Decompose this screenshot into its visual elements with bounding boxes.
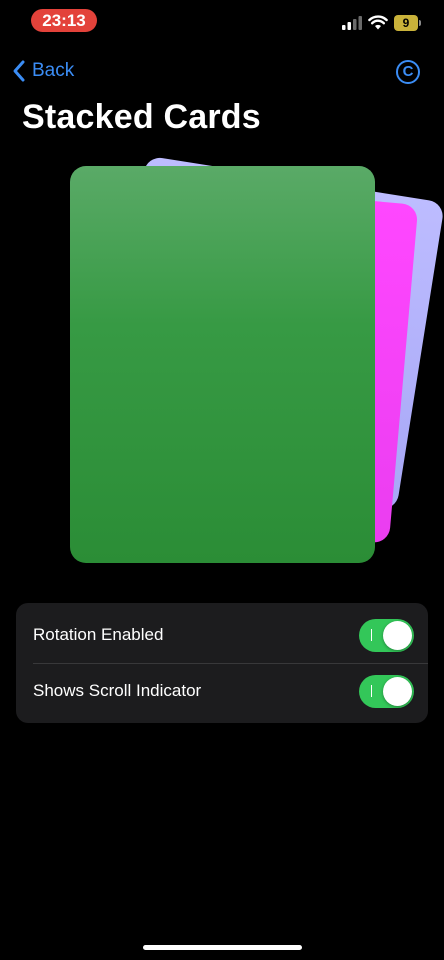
setting-row-scroll-indicator: Shows Scroll Indicator <box>16 663 428 723</box>
home-indicator[interactable] <box>143 945 302 950</box>
cellular-signal-icon <box>342 16 362 30</box>
settings-group: Rotation Enabled Shows Scroll Indicator <box>16 603 428 723</box>
copyright-icon[interactable]: C <box>396 60 420 84</box>
chevron-left-icon <box>13 60 25 82</box>
back-button[interactable]: Back <box>12 58 74 84</box>
status-bar: 23:13 9 <box>0 0 444 44</box>
card-green[interactable] <box>70 166 375 563</box>
toggle-knob <box>383 677 412 706</box>
rotation-label: Rotation Enabled <box>33 625 164 644</box>
wifi-icon <box>368 15 388 30</box>
battery-indicator: 9 <box>394 15 421 31</box>
page-title: Stacked Cards <box>22 98 261 136</box>
back-label: Back <box>32 60 75 81</box>
rotation-toggle[interactable] <box>359 619 414 652</box>
status-time: 23:13 <box>31 9 97 32</box>
scroll-indicator-toggle[interactable] <box>359 675 414 708</box>
setting-row-rotation: Rotation Enabled <box>16 603 428 663</box>
toggle-on-mark <box>371 685 372 697</box>
card-stack[interactable] <box>0 150 444 580</box>
toggle-knob <box>383 621 412 650</box>
scroll-indicator-label: Shows Scroll Indicator <box>33 681 202 700</box>
toggle-on-mark <box>371 629 372 641</box>
